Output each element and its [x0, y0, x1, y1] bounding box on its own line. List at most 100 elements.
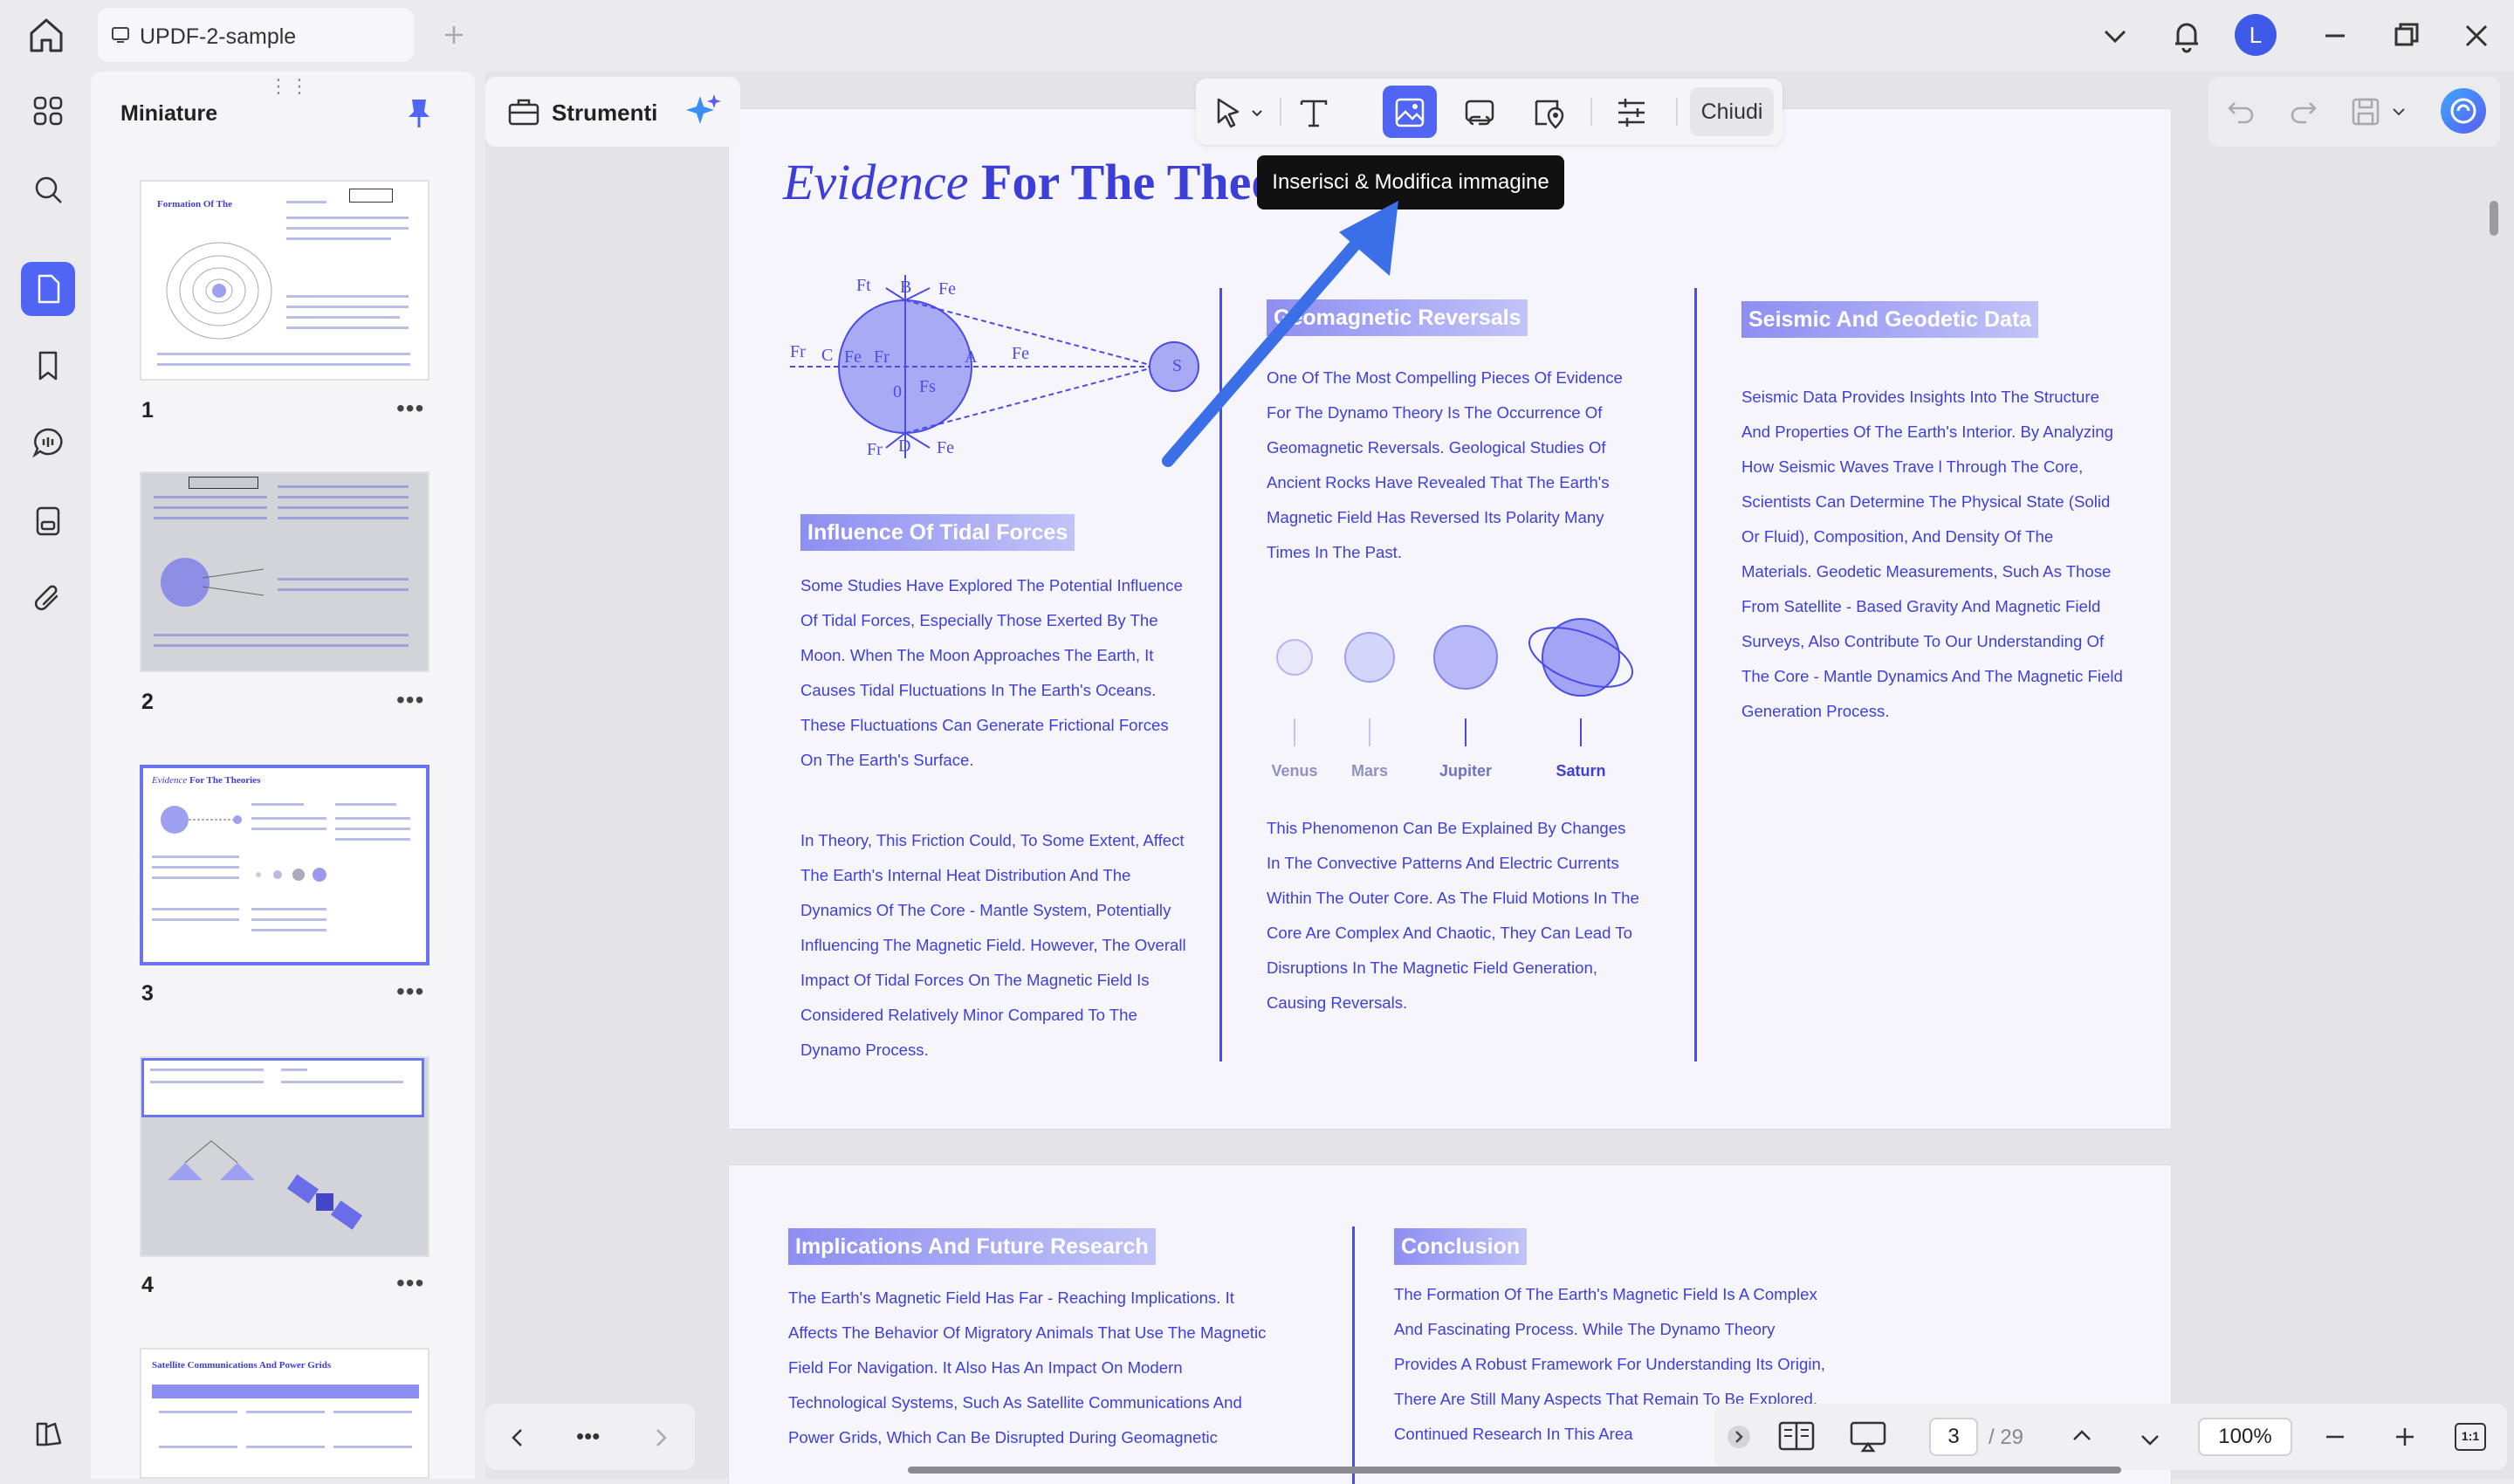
zoom-level-input[interactable]: 100% [2198, 1418, 2292, 1456]
tools-panel-button[interactable]: Strumenti [485, 77, 740, 147]
page-number-input[interactable]: 3 [1929, 1418, 1978, 1456]
paragraph-tidal-2[interactable]: In Theory, This Friction Could, To Some … [800, 823, 1192, 1068]
thumbnail-page-number: 3 [141, 981, 154, 1006]
thumbnail-more-button[interactable]: ••• [396, 1269, 424, 1297]
text-tool-button[interactable] [1287, 86, 1341, 138]
zoom-out-icon[interactable] [2322, 1424, 2348, 1450]
actual-size-label: 1:1 [2461, 1429, 2480, 1443]
close-edit-button[interactable]: Chiudi [1690, 87, 1774, 136]
image-tool-button[interactable] [1383, 86, 1437, 138]
document-tab[interactable]: UPDF-2-sample [98, 8, 414, 62]
diagram-label: A [965, 347, 978, 367]
document-page-3[interactable]: Evidence For The Theories Fr C Fe B Ft F… [728, 108, 2172, 1130]
watermark-tool-button[interactable] [1522, 86, 1576, 138]
diagram-label: B [900, 278, 911, 297]
thumbnail-more-button[interactable]: ••• [396, 978, 424, 1006]
toolbar-separator [1590, 98, 1592, 126]
search-button[interactable] [21, 162, 75, 216]
paragraph-seismic[interactable]: Seismic Data Provides Insights Into The … [1741, 380, 2126, 729]
thumbnail-line [278, 588, 409, 591]
plus-icon [445, 26, 463, 44]
page-layout-icon[interactable] [1777, 1419, 1816, 1454]
zoom-in-icon[interactable] [2392, 1424, 2418, 1450]
minimize-button[interactable] [2313, 14, 2357, 58]
restore-button[interactable] [2385, 14, 2428, 58]
thumbnail-line [286, 306, 409, 308]
undo-icon[interactable] [2224, 94, 2259, 129]
expand-icon[interactable] [1725, 1423, 1753, 1451]
vertical-scrollbar[interactable] [2490, 201, 2498, 236]
apps-button[interactable] [21, 84, 75, 138]
bookmarks-button[interactable] [21, 339, 75, 393]
section-heading-implications[interactable]: Implications And Future Research [788, 1228, 1156, 1265]
thumbnail-line [286, 237, 391, 240]
thumbnail-page-1[interactable]: Formation Of The [140, 180, 429, 381]
thumbnail-more-button[interactable]: ••• [396, 686, 424, 714]
diagram-label: 0 [893, 382, 902, 402]
diagram-label: Fr [874, 347, 890, 367]
tabs-dropdown-button[interactable] [2093, 14, 2137, 58]
pin-panel-button[interactable] [402, 96, 436, 135]
thumbnail-line [152, 908, 239, 910]
ai-assistant-button[interactable] [2441, 88, 2486, 134]
thumbnail-line [278, 578, 409, 581]
thumbnail-line [246, 1411, 325, 1413]
forms-button[interactable] [21, 494, 75, 548]
chevron-left-icon[interactable] [505, 1425, 531, 1451]
sparkle-icon[interactable] [684, 93, 723, 131]
section-heading-seismic[interactable]: Seismic And Geodetic Data [1741, 301, 2039, 338]
planet-label-mars: Mars [1350, 762, 1389, 780]
chevron-down-icon[interactable] [2137, 1426, 2163, 1453]
ai-assistant-icon [2450, 98, 2476, 124]
horizontal-scrollbar[interactable] [908, 1467, 2121, 1474]
paragraph-tidal-1[interactable]: Some Studies Have Explored The Potential… [800, 568, 1192, 778]
diagram-label: C [821, 346, 833, 365]
section-heading-tidal[interactable]: Influence Of Tidal Forces [800, 514, 1075, 551]
user-avatar[interactable]: L [2235, 14, 2277, 56]
attachments-button[interactable] [21, 571, 75, 625]
thumbnail-line [154, 634, 409, 636]
thumbnail-line [152, 855, 239, 858]
link-icon [1465, 100, 1494, 126]
properties-button[interactable] [1604, 86, 1659, 138]
thumbnail-page-3[interactable]: Evidence For The Theories [140, 765, 429, 965]
thumbnail-line [286, 216, 409, 219]
save-icon[interactable] [2348, 94, 2383, 129]
page-navigation: ••• [485, 1404, 695, 1470]
thumbnail-line [154, 496, 267, 498]
planet-label-venus: Venus [1271, 762, 1318, 780]
thumbnail-line [251, 929, 326, 931]
presentation-icon[interactable] [1849, 1419, 1887, 1454]
thumbnail-page-5[interactable]: Satellite Communications And Power Grids [140, 1348, 429, 1479]
thumbnail-more-button[interactable]: ••• [396, 395, 424, 423]
thumbnail-page-4[interactable] [140, 1056, 429, 1257]
redo-icon[interactable] [2285, 94, 2320, 129]
panel-grip-icon[interactable]: ⋮⋮ [269, 75, 311, 98]
close-window-button[interactable] [2455, 14, 2498, 58]
chevron-up-icon[interactable] [2069, 1423, 2095, 1449]
paragraph-geomagnetic-2[interactable]: This Phenomenon Can Be Explained By Chan… [1267, 811, 1642, 1020]
thumbnails-button[interactable] [21, 262, 75, 316]
status-bar: 3 / 29 100% 1:1 [1714, 1404, 2507, 1470]
page-total: / 29 [1989, 1426, 2024, 1449]
home-button[interactable] [26, 16, 72, 56]
planets-diagram[interactable] [1260, 607, 1661, 764]
actual-size-button[interactable]: 1:1 [2455, 1423, 2486, 1451]
new-tab-button[interactable] [436, 16, 471, 54]
tidal-force-diagram[interactable]: Fr C Fe B Ft Fe Fr A Fe 0 Fs D Fr Fe S [790, 275, 1209, 467]
link-tool-button[interactable] [1453, 86, 1507, 138]
notifications-button[interactable] [2165, 14, 2208, 58]
thumbnail-line [251, 908, 326, 910]
section-heading-conclusion[interactable]: Conclusion [1394, 1228, 1528, 1265]
thumbnail-page-2[interactable] [140, 471, 429, 672]
themes-button[interactable] [21, 1407, 75, 1461]
thumbnail-table-header [152, 1384, 419, 1398]
chevron-right-icon[interactable] [648, 1425, 674, 1451]
select-tool-button[interactable] [1201, 86, 1273, 138]
chevron-down-icon[interactable] [2390, 103, 2408, 120]
paragraph-implications[interactable]: The Earth's Magnetic Field Has Far - Rea… [788, 1281, 1277, 1455]
thumbnail-line [335, 817, 410, 820]
nav-more-button[interactable]: ••• [576, 1423, 600, 1450]
comments-button[interactable] [21, 416, 75, 470]
diagram-label: Ft [856, 276, 871, 295]
